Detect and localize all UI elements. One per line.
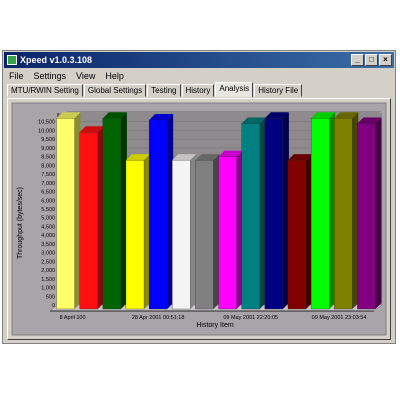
bar-front bbox=[241, 123, 260, 310]
bar bbox=[218, 150, 243, 310]
minimize-button[interactable]: _ bbox=[351, 54, 364, 66]
y-tick-label: 9,000 bbox=[41, 146, 55, 152]
y-tick-label: 4,000 bbox=[41, 233, 55, 239]
app-window: Xpeed v1.0.3.108 _ □ × File Settings Vie… bbox=[2, 50, 396, 344]
y-tick-label: 4,500 bbox=[41, 224, 55, 230]
bar-front bbox=[218, 156, 237, 310]
y-tick-label: 6,000 bbox=[41, 198, 55, 204]
bar bbox=[241, 117, 266, 310]
bar bbox=[310, 112, 336, 310]
tab-history-file[interactable]: History File bbox=[254, 84, 303, 97]
bar bbox=[125, 154, 151, 310]
y-tick-label: 0 bbox=[52, 303, 55, 309]
menu-file[interactable]: File bbox=[4, 69, 29, 83]
bar bbox=[357, 117, 382, 310]
bar bbox=[287, 154, 313, 310]
x-tick-label: 09 May 2001 23:03:54 bbox=[312, 315, 367, 321]
bar-front bbox=[125, 159, 145, 310]
bar-front bbox=[287, 159, 307, 310]
throughput-bar-chart: 0 500 1,000 1,500 2,000 2,500 3,000 3,500 4,000 4… bbox=[11, 102, 387, 336]
maximize-button[interactable]: □ bbox=[365, 54, 378, 66]
bar-front bbox=[264, 118, 284, 310]
y-tick-label: 10,000 bbox=[38, 128, 55, 134]
y-tick-label: 7,000 bbox=[41, 181, 55, 187]
y-tick-label: 6,500 bbox=[41, 190, 55, 196]
bar bbox=[334, 112, 359, 310]
tab-mtu-rwin-setting[interactable]: MTU/RWIN Setting bbox=[7, 84, 83, 97]
y-tick-label: 9,500 bbox=[41, 137, 55, 143]
bar-front bbox=[56, 118, 75, 310]
x-axis-label: History Item bbox=[196, 322, 234, 329]
bar bbox=[56, 112, 81, 310]
y-tick-label: 10,500 bbox=[38, 120, 55, 126]
y-tick-label: 7,500 bbox=[41, 172, 55, 178]
menu-bar: File Settings View Help bbox=[4, 69, 394, 83]
menu-help[interactable]: Help bbox=[100, 69, 129, 83]
y-tick-label: 5,000 bbox=[41, 216, 55, 222]
bar-front bbox=[79, 132, 98, 310]
bar bbox=[172, 154, 197, 310]
y-tick-label: 8,500 bbox=[41, 155, 55, 161]
window-controls: _ □ × bbox=[351, 54, 392, 66]
bar bbox=[195, 154, 220, 310]
window-title: Xpeed v1.0.3.108 bbox=[20, 55, 93, 65]
tab-history[interactable]: History bbox=[181, 84, 215, 97]
y-tick-label: 1,500 bbox=[41, 277, 55, 283]
y-tick-label: 8,000 bbox=[41, 163, 55, 169]
y-tick-label: 3,500 bbox=[41, 242, 55, 248]
title-bar[interactable]: Xpeed v1.0.3.108 _ □ × bbox=[4, 52, 394, 68]
x-tick-label: 8 April 100 bbox=[60, 315, 86, 321]
bar-front bbox=[172, 159, 191, 310]
bar bbox=[148, 113, 174, 310]
y-tick-label: 3,000 bbox=[41, 251, 55, 257]
analysis-panel: 0 500 1,000 1,500 2,000 2,500 3,000 3,500 4,000 4… bbox=[7, 98, 391, 340]
bar bbox=[102, 112, 127, 310]
menu-view[interactable]: View bbox=[71, 69, 100, 83]
x-tick-label: 28 Apr 2001 00:51:18 bbox=[132, 315, 185, 321]
app-icon bbox=[7, 55, 17, 65]
bar-front bbox=[102, 118, 122, 310]
tab-global-settings[interactable]: Global Settings bbox=[83, 84, 147, 97]
tab-strip: MTU/RWIN Setting Global Settings Testing… bbox=[7, 82, 303, 98]
y-tick-label: 500 bbox=[46, 294, 55, 300]
x-tick-label: 09 May 2001 22:20:05 bbox=[223, 315, 278, 321]
y-tick-label: 2,000 bbox=[41, 268, 55, 274]
bar bbox=[264, 112, 289, 310]
tab-analysis[interactable]: Analysis bbox=[215, 82, 254, 97]
close-button[interactable]: × bbox=[379, 54, 392, 66]
menu-settings[interactable]: Settings bbox=[29, 69, 72, 83]
bar-front bbox=[334, 118, 353, 310]
bar-front bbox=[195, 159, 214, 310]
tab-testing[interactable]: Testing bbox=[147, 84, 181, 97]
bar-front bbox=[148, 119, 168, 310]
bar-front bbox=[357, 123, 376, 310]
y-tick-label: 2,500 bbox=[41, 259, 55, 265]
bar bbox=[79, 126, 104, 310]
y-axis-label: Throughput (bytes/sec) bbox=[17, 187, 24, 259]
y-tick-label: 5,500 bbox=[41, 207, 55, 213]
bar-front bbox=[310, 118, 330, 310]
y-tick-label: 1,000 bbox=[41, 286, 55, 292]
bar-side bbox=[375, 117, 382, 310]
